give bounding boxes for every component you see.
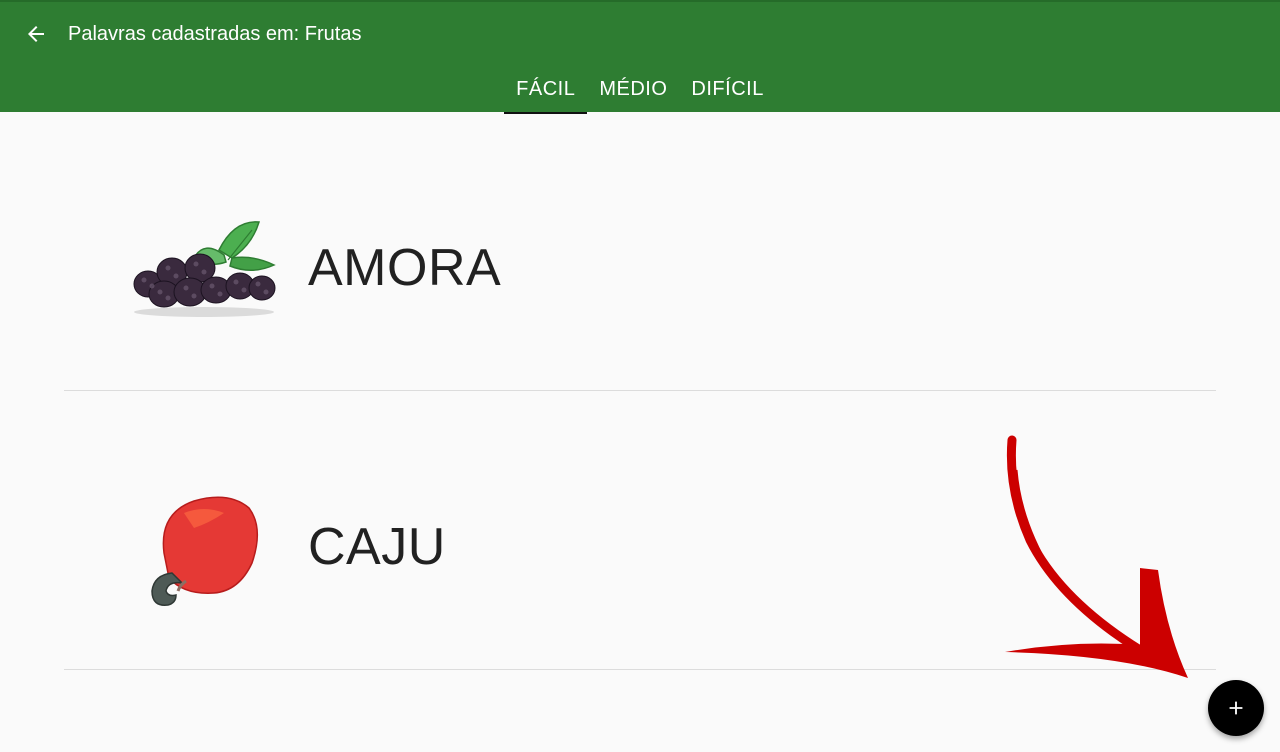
- back-button[interactable]: [16, 14, 56, 54]
- blackberries-image: [133, 221, 276, 317]
- app-bar: Palavras cadastradas em: Frutas FÁCIL MÉ…: [0, 0, 1280, 114]
- cashew-fruit-image: [151, 496, 258, 606]
- list-item[interactable]: AMORA: [64, 112, 1216, 391]
- word-label: CAJU: [308, 518, 446, 576]
- plus-icon: [1229, 701, 1243, 715]
- add-word-button[interactable]: [1208, 680, 1264, 736]
- red-arrow-annotation: [1005, 435, 1188, 678]
- tab-medio[interactable]: MÉDIO: [587, 64, 679, 112]
- tab-facil[interactable]: FÁCIL: [504, 64, 588, 114]
- tab-bar: FÁCIL MÉDIO DIFÍCIL: [0, 64, 1280, 114]
- word-label: AMORA: [308, 239, 502, 297]
- tab-dificil[interactable]: DIFÍCIL: [679, 64, 775, 112]
- arrow-left-icon: [28, 26, 44, 42]
- page-title: Palavras cadastradas em: Frutas: [68, 23, 362, 45]
